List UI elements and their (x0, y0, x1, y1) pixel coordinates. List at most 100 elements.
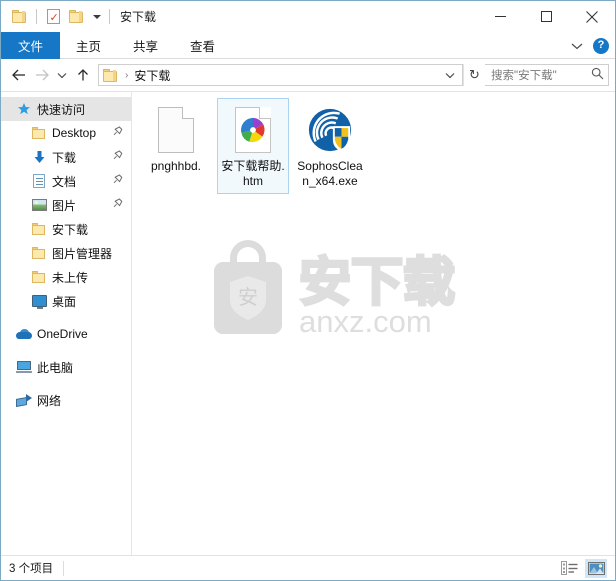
sidebar-item-anxiazai[interactable]: 安下载 (1, 217, 131, 241)
breadcrumb-path[interactable]: 安下载 (134, 67, 170, 84)
sidebar-item-label: 安下载 (52, 222, 89, 237)
help-button[interactable]: ? (593, 37, 609, 54)
status-bar: 3 个项目 (1, 555, 615, 580)
tab-view[interactable]: 查看 (174, 32, 231, 59)
document-check-icon: ✓ (46, 9, 60, 24)
file-name: SophosClean_x64.exe (297, 159, 363, 188)
content-area: 快速访问 Desktop 下载 文档 图片 安下载 图片管理器 未上传 桌面 O… (1, 91, 615, 555)
address-bar-right (440, 65, 460, 85)
desktop-icon (30, 295, 48, 309)
svg-text:安: 安 (238, 285, 258, 309)
cloud-icon (15, 329, 33, 339)
pictures-icon (30, 199, 48, 211)
item-count-label: 3 个项目 (9, 563, 54, 575)
qat-folder-button[interactable] (8, 6, 32, 28)
file-item-sophosclean-exe[interactable]: SophosClean_x64.exe (294, 98, 366, 194)
sidebar-item-label: 图片管理器 (52, 246, 113, 261)
sidebar-item-label: 未上传 (52, 270, 89, 285)
sidebar-item-label: 下载 (52, 150, 77, 165)
sophos-shield-icon (297, 104, 363, 156)
file-name: pnghhbd. (150, 159, 202, 173)
network-icon (15, 394, 33, 407)
sidebar-item-downloads[interactable]: 下载 (1, 145, 131, 169)
sidebar-item-label: 文档 (52, 174, 77, 189)
tab-home[interactable]: 主页 (60, 32, 117, 59)
tab-file[interactable]: 文件 (1, 32, 61, 59)
search-box[interactable]: 搜索"安下载" (485, 64, 609, 86)
folder-icon (30, 127, 48, 139)
qat-customize-button[interactable] (89, 7, 105, 27)
navigation-pane: 快速访问 Desktop 下载 文档 图片 安下载 图片管理器 未上传 桌面 O… (1, 92, 132, 555)
sidebar-item-desktop-folder[interactable]: Desktop (1, 121, 131, 145)
sidebar-item-this-pc[interactable]: 此电脑 (1, 355, 131, 379)
folder-icon (12, 10, 28, 23)
qat-new-folder-button[interactable] (65, 6, 89, 28)
explorer-window: ✓ 安下载 文件 主页 共享 查看 ? › 安下载 ↻ 搜索"安下载" 快速访问… (0, 0, 616, 581)
title-divider (109, 9, 110, 24)
sidebar-item-onedrive[interactable]: OneDrive (1, 322, 131, 346)
folder-icon (30, 271, 48, 283)
folder-icon (30, 223, 48, 235)
forward-button[interactable] (30, 62, 53, 88)
window-title: 安下载 (120, 10, 157, 24)
file-name: 安下载帮助.htm (221, 159, 285, 188)
minimize-button[interactable] (477, 1, 523, 32)
file-tiles: pnghhbd. 安下载帮助.htm SophosClean_x64.exe (140, 98, 615, 194)
search-input[interactable]: 搜索"安下载" (491, 67, 557, 83)
address-folder-icon (103, 68, 119, 82)
refresh-button[interactable]: ↻ (463, 64, 485, 86)
window-controls (477, 1, 615, 32)
breadcrumb-separator: › (125, 69, 129, 81)
folder-icon-2 (69, 10, 85, 23)
sidebar-item-quick-access[interactable]: 快速访问 (1, 97, 131, 121)
up-button[interactable] (71, 62, 94, 88)
sidebar-item-documents[interactable]: 文档 (1, 169, 131, 193)
blank-document-icon (143, 104, 209, 156)
sidebar-item-label: Desktop (52, 126, 97, 140)
sidebar-item-not-uploaded[interactable]: 未上传 (1, 265, 131, 289)
sidebar-item-label: 桌面 (52, 294, 77, 309)
qat-properties-button[interactable]: ✓ (41, 6, 65, 28)
breadcrumb[interactable]: › 安下载 (103, 67, 170, 84)
pin-icon (112, 126, 123, 140)
status-divider (63, 560, 65, 576)
large-icons-view-icon[interactable] (585, 558, 607, 578)
star-icon (15, 102, 33, 116)
download-icon (30, 150, 48, 164)
maximize-button[interactable] (523, 1, 569, 32)
watermark: 安 安下载 anxz.com (204, 232, 504, 342)
sidebar-item-network[interactable]: 网络 (1, 388, 131, 412)
file-item-anxiazai-help-htm[interactable]: 安下载帮助.htm (217, 98, 289, 194)
address-dropdown-button[interactable] (440, 65, 460, 85)
expand-ribbon-button[interactable] (570, 39, 584, 53)
file-item-pnghhbd[interactable]: pnghhbd. (140, 98, 212, 179)
ribbon-tabs: 文件 主页 共享 查看 ? (1, 32, 615, 59)
view-mode-buttons (558, 558, 607, 578)
sidebar-item-label: 图片 (52, 198, 77, 213)
sidebar-item-picture-manager[interactable]: 图片管理器 (1, 241, 131, 265)
close-button[interactable] (569, 1, 615, 32)
pin-icon (112, 174, 123, 188)
sidebar-item-label: OneDrive (37, 327, 88, 341)
svg-text:anxz.com: anxz.com (299, 304, 432, 339)
sidebar-item-label: 网络 (37, 393, 62, 408)
chevron-down-icon (93, 14, 101, 19)
search-icon (591, 67, 604, 83)
recent-locations-button[interactable] (53, 62, 71, 88)
pin-icon (112, 198, 123, 212)
tab-share[interactable]: 共享 (117, 32, 174, 59)
details-view-icon[interactable] (558, 559, 580, 578)
documents-icon (30, 174, 48, 188)
address-bar[interactable]: › 安下载 (98, 64, 463, 86)
file-list-pane[interactable]: pnghhbd. 安下载帮助.htm SophosClean_x64.exe 安… (132, 92, 615, 555)
back-button[interactable] (7, 62, 30, 88)
watermark-logo: 安 (214, 240, 282, 334)
sidebar-item-label: 此电脑 (37, 360, 74, 375)
toolbar-divider (36, 9, 37, 24)
this-pc-icon (15, 361, 33, 373)
sidebar-item-pictures[interactable]: 图片 (1, 193, 131, 217)
sidebar-item-desktop[interactable]: 桌面 (1, 289, 131, 313)
